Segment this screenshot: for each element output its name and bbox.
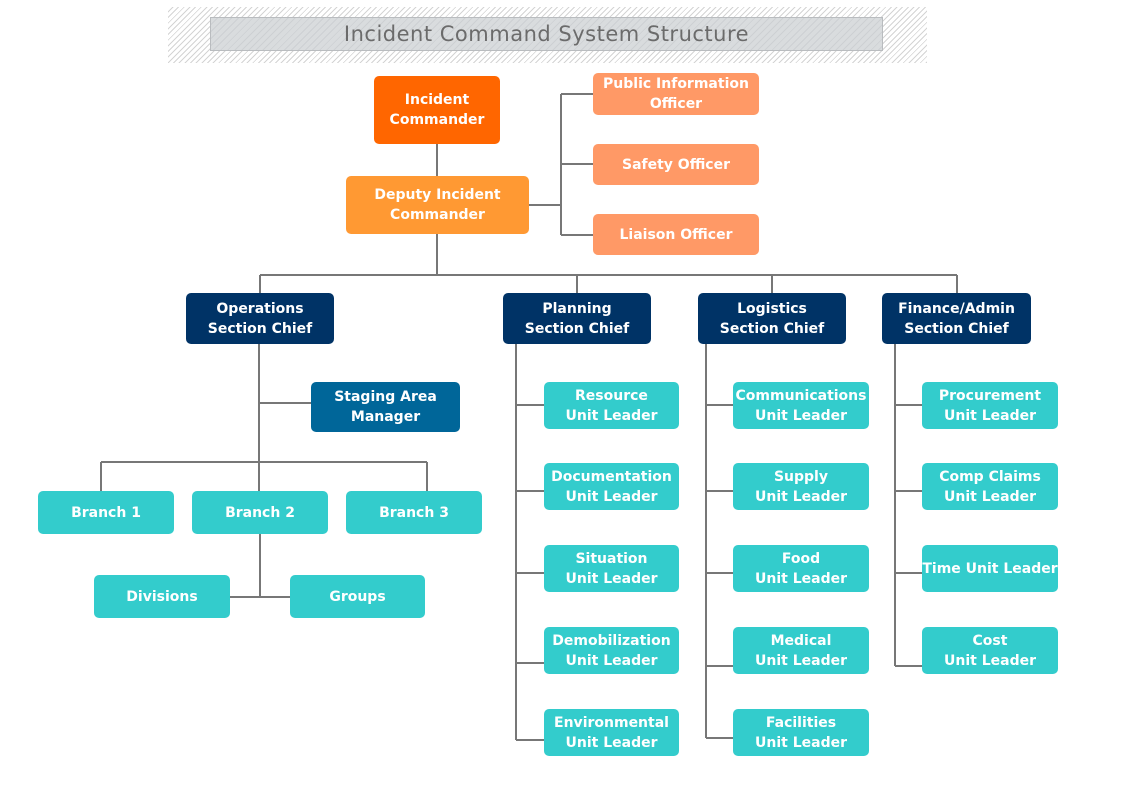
deputy-incident-commander-box[interactable]: Deputy Incident Commander (346, 176, 529, 234)
environmental-unit-leader-box[interactable]: Environmental Unit Leader (544, 709, 679, 756)
supply-unit-leader-box[interactable]: Supply Unit Leader (733, 463, 869, 510)
operations-section-chief-box[interactable]: Operations Section Chief (186, 293, 334, 344)
liaison-officer-label: Liaison Officer (619, 226, 733, 243)
incident-commander-box[interactable]: Incident Commander (374, 76, 500, 144)
operations-section-chief-label: Operations Section Chief (207, 300, 313, 337)
comp-claims-unit-leader-box[interactable]: Comp Claims Unit Leader (922, 463, 1058, 510)
demobilization-unit-leader-box[interactable]: Demobilization Unit Leader (544, 627, 679, 674)
time-unit-leader-label: Time Unit Leader (922, 560, 1058, 577)
divisions-box[interactable]: Divisions (94, 575, 230, 618)
communications-unit-leader-label: Communications Unit Leader (735, 387, 867, 424)
staging-area-manager-label: Staging Area Manager (334, 389, 437, 425)
liaison-officer-box[interactable]: Liaison Officer (593, 214, 759, 255)
incident-commander-label: Incident Commander (389, 92, 485, 128)
food-unit-leader-label: Food Unit Leader (755, 550, 847, 587)
groups-box[interactable]: Groups (290, 575, 425, 618)
environmental-unit-leader-label: Environmental Unit Leader (554, 714, 669, 751)
situation-unit-leader-box[interactable]: Situation Unit Leader (544, 545, 679, 592)
planning-section-chief-label: Planning Section Chief (524, 300, 630, 337)
groups-label: Groups (329, 588, 386, 605)
medical-unit-leader-label: Medical Unit Leader (755, 632, 847, 669)
branch-3-box[interactable]: Branch 3 (346, 491, 482, 534)
divisions-label: Divisions (126, 588, 198, 605)
situation-unit-leader-label: Situation Unit Leader (565, 550, 658, 587)
supply-unit-leader-label: Supply Unit Leader (755, 468, 847, 505)
facilities-unit-leader-label: Facilities Unit Leader (755, 714, 847, 751)
branch-1-box[interactable]: Branch 1 (38, 491, 174, 534)
safety-officer-box[interactable]: Safety Officer (593, 144, 759, 185)
staging-area-manager-box[interactable]: Staging Area Manager (311, 382, 460, 432)
finance-admin-section-chief-box[interactable]: Finance/Admin Section Chief (882, 293, 1031, 344)
demobilization-unit-leader-label: Demobilization Unit Leader (552, 632, 671, 669)
public-information-officer-box[interactable]: Public Information Officer (593, 73, 759, 115)
procurement-unit-leader-box[interactable]: Procurement Unit Leader (922, 382, 1058, 429)
comp-claims-unit-leader-label: Comp Claims Unit Leader (939, 468, 1041, 505)
procurement-unit-leader-label: Procurement Unit Leader (938, 387, 1042, 424)
documentation-unit-leader-box[interactable]: Documentation Unit Leader (544, 463, 679, 510)
communications-unit-leader-box[interactable]: Communications Unit Leader (733, 382, 869, 429)
logistics-section-chief-label: Logistics Section Chief (719, 300, 825, 337)
branch-3-label: Branch 3 (379, 504, 449, 521)
resource-unit-leader-box[interactable]: Resource Unit Leader (544, 382, 679, 429)
branch-1-label: Branch 1 (71, 504, 141, 521)
deputy-incident-commander-label: Deputy Incident Commander (374, 187, 501, 223)
finance-admin-section-chief-label: Finance/Admin Section Chief (898, 300, 1015, 337)
food-unit-leader-box[interactable]: Food Unit Leader (733, 545, 869, 592)
branch-2-box[interactable]: Branch 2 (192, 491, 328, 534)
cost-unit-leader-box[interactable]: Cost Unit Leader (922, 627, 1058, 674)
cost-unit-leader-label: Cost Unit Leader (944, 632, 1036, 669)
documentation-unit-leader-label: Documentation Unit Leader (551, 468, 672, 505)
resource-unit-leader-label: Resource Unit Leader (565, 387, 658, 424)
time-unit-leader-box[interactable]: Time Unit Leader (922, 545, 1058, 592)
facilities-unit-leader-box[interactable]: Facilities Unit Leader (733, 709, 869, 756)
public-information-officer-label: Public Information Officer (603, 76, 749, 112)
planning-section-chief-box[interactable]: Planning Section Chief (503, 293, 651, 344)
branch-2-label: Branch 2 (225, 504, 295, 521)
logistics-section-chief-box[interactable]: Logistics Section Chief (698, 293, 846, 344)
medical-unit-leader-box[interactable]: Medical Unit Leader (733, 627, 869, 674)
safety-officer-label: Safety Officer (621, 156, 731, 173)
